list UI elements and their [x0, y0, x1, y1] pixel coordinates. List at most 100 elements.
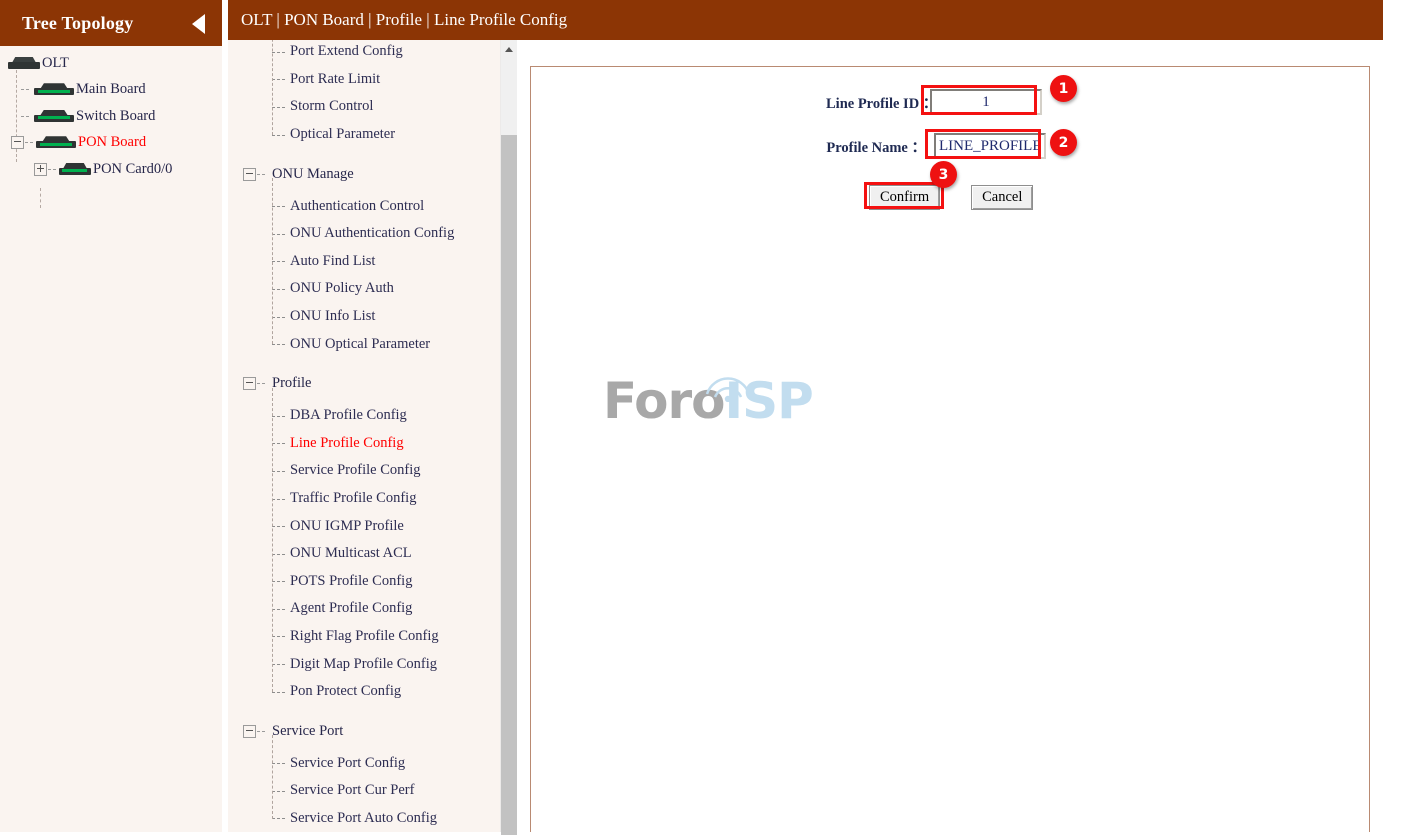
nav-item-label: ONU Authentication Config — [290, 225, 455, 242]
nav-group-label: ONU Manage — [272, 165, 354, 182]
profile-name-input[interactable] — [934, 133, 1046, 159]
line-profile-id-label: Line Profile ID ： — [826, 95, 938, 112]
nav-item-onu-policy-auth[interactable]: ONU Policy Auth — [228, 275, 500, 303]
tree-node-label: Switch Board — [76, 107, 156, 124]
watermark-text-primary: Foro — [603, 372, 725, 430]
nav-expander-minus-icon[interactable] — [243, 724, 256, 738]
navigation-menu-list: Port ConfigPort Extend ConfigPort Rate L… — [228, 40, 500, 832]
nav-item-label: Agent Profile Config — [290, 600, 413, 617]
navigation-menu-panel: Port ConfigPort Extend ConfigPort Rate L… — [228, 40, 516, 832]
content-panel: ForoISP Line Profile ID ： Profile Name ：… — [530, 66, 1370, 832]
nav-item-port-extend-config[interactable]: Port Extend Config — [228, 40, 500, 66]
nav-expander-minus-icon[interactable] — [243, 377, 256, 391]
nav-item-authentication-control[interactable]: Authentication Control — [228, 192, 500, 220]
nav-item-dba-profile-config[interactable]: DBA Profile Config — [228, 402, 500, 430]
tree-trunk-line — [40, 188, 41, 208]
tree-expander-plus-icon[interactable] — [34, 162, 47, 176]
nav-item-label: ONU Info List — [290, 308, 376, 325]
nav-expander-minus-icon[interactable] — [243, 167, 256, 181]
wifi-arcs-icon — [705, 377, 751, 402]
line-profile-id-input[interactable] — [930, 89, 1042, 115]
nav-trunk-line — [272, 735, 273, 819]
nav-branch-dash — [257, 730, 265, 732]
nav-branch-dash — [272, 790, 285, 792]
nav-branch-dash — [257, 173, 265, 175]
form-row-line-profile-id: Line Profile ID ： — [826, 89, 1042, 115]
tree-topology-sidebar: Tree Topology OLT Main Board Switch Boar… — [0, 0, 222, 832]
tree-node-main-board[interactable]: Main Board — [0, 77, 222, 104]
nav-group-label: Service Port — [272, 722, 344, 739]
nav-item-pots-profile-config[interactable]: POTS Profile Config — [228, 568, 500, 596]
nav-item-digit-map-profile-config[interactable]: Digit Map Profile Config — [228, 650, 500, 678]
tree-node-switch-board[interactable]: Switch Board — [0, 103, 222, 130]
tree-node-olt[interactable]: OLT — [0, 50, 222, 77]
tree-expander-minus-icon[interactable] — [11, 136, 24, 150]
nav-item-label: DBA Profile Config — [290, 407, 407, 424]
nav-item-auto-find-list[interactable]: Auto Find List — [228, 248, 500, 276]
nav-branch-dash — [272, 106, 285, 108]
cancel-button[interactable]: Cancel — [971, 185, 1034, 210]
nav-item-onu-igmp-profile[interactable]: ONU IGMP Profile — [228, 512, 500, 540]
triangle-left-icon[interactable] — [192, 14, 205, 34]
tree-branch-dash — [21, 89, 29, 91]
nav-branch-dash — [272, 51, 285, 53]
nav-item-service-port-auto-config[interactable]: Service Port Auto Config — [228, 805, 500, 832]
nav-group-profile[interactable]: Profile — [228, 366, 500, 402]
nav-item-right-flag-profile-config[interactable]: Right Flag Profile Config — [228, 623, 500, 651]
tree-node-label: PON Card0/0 — [93, 160, 173, 177]
nav-item-onu-optical-parameter[interactable]: ONU Optical Parameter — [228, 330, 500, 358]
nav-branch-dash — [272, 608, 285, 610]
nav-branch-dash — [272, 344, 285, 346]
nav-item-label: Auto Find List — [290, 252, 376, 269]
tree-topology-title: Tree Topology — [22, 13, 134, 33]
nav-branch-dash — [272, 261, 285, 263]
nav-item-label: Line Profile Config — [290, 434, 404, 451]
tree-branch-dash — [48, 168, 56, 170]
nav-item-line-profile-config[interactable]: Line Profile Config — [228, 430, 500, 458]
tree-node-pon-card[interactable]: PON Card0/0 — [0, 156, 222, 183]
nav-trunk-line — [272, 40, 273, 135]
nav-item-storm-control[interactable]: Storm Control — [228, 93, 500, 121]
nav-item-service-port-cur-perf[interactable]: Service Port Cur Perf — [228, 777, 500, 805]
nav-item-traffic-profile-config[interactable]: Traffic Profile Config — [228, 485, 500, 513]
nav-branch-dash — [272, 206, 285, 208]
nav-branch-dash — [272, 233, 285, 235]
nav-item-label: ONU IGMP Profile — [290, 517, 404, 534]
nav-item-onu-info-list[interactable]: ONU Info List — [228, 303, 500, 331]
nav-item-optical-parameter[interactable]: Optical Parameter — [228, 121, 500, 149]
profile-name-label: Profile Name ： — [826, 139, 926, 156]
tree-node-label: Main Board — [76, 81, 146, 98]
nav-group-service-port[interactable]: Service Port — [228, 713, 500, 749]
tree-branch-dash — [21, 115, 29, 117]
nav-item-service-profile-config[interactable]: Service Profile Config — [228, 457, 500, 485]
nav-item-label: Optical Parameter — [290, 126, 396, 143]
nav-item-label: Traffic Profile Config — [290, 490, 417, 507]
navigation-scrollbar[interactable] — [500, 40, 517, 835]
nav-item-onu-authentication-config[interactable]: ONU Authentication Config — [228, 220, 500, 248]
device-board-icon — [34, 83, 74, 96]
nav-branch-dash — [272, 581, 285, 583]
nav-group-onu-manage[interactable]: ONU Manage — [228, 156, 500, 192]
watermark-text-secondary: ISP — [724, 372, 814, 430]
nav-item-port-rate-limit[interactable]: Port Rate Limit — [228, 66, 500, 94]
nav-item-pon-protect-config[interactable]: Pon Protect Config — [228, 678, 500, 706]
nav-branch-dash — [272, 288, 285, 290]
device-board-icon — [34, 109, 74, 123]
nav-item-label: Authentication Control — [290, 197, 425, 214]
nav-item-agent-profile-config[interactable]: Agent Profile Config — [228, 595, 500, 623]
nav-trunk-line — [272, 388, 273, 692]
nav-branch-dash — [272, 763, 285, 765]
navigation-scrollbar-thumb[interactable] — [501, 135, 517, 835]
nav-item-label: Right Flag Profile Config — [290, 627, 439, 644]
nav-trunk-line — [272, 178, 273, 344]
nav-item-service-port-config[interactable]: Service Port Config — [228, 749, 500, 777]
nav-branch-dash — [272, 818, 285, 820]
confirm-button[interactable]: Confirm — [869, 185, 941, 210]
triangle-up-icon[interactable] — [501, 40, 517, 57]
tree-node-pon-board[interactable]: PON Board — [0, 130, 222, 157]
nav-branch-dash — [272, 664, 285, 666]
nav-item-onu-multicast-acl[interactable]: ONU Multicast ACL — [228, 540, 500, 568]
nav-branch-dash — [272, 134, 285, 136]
nav-item-label: POTS Profile Config — [290, 572, 413, 589]
nav-item-label: Service Port Cur Perf — [290, 782, 415, 799]
